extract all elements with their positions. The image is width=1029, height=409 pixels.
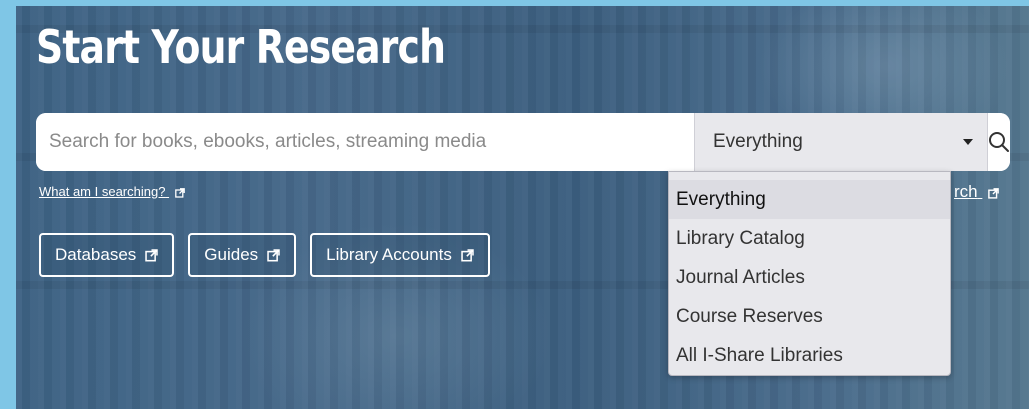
external-link-icon <box>175 188 185 198</box>
library-accounts-label: Library Accounts <box>326 245 452 264</box>
caret-down-icon <box>963 139 973 145</box>
dropdown-option-journal-articles[interactable]: Journal Articles <box>669 258 950 297</box>
search-button[interactable] <box>987 113 1010 171</box>
guides-label: Guides <box>204 245 259 264</box>
what-am-i-searching-link[interactable]: What am I searching? <box>39 184 185 199</box>
guides-button[interactable]: Guides <box>188 233 297 277</box>
search-scope-value: Everything <box>713 131 803 152</box>
library-accounts-button[interactable]: Library Accounts <box>310 233 490 277</box>
what-am-i-searching-label: What am I searching? <box>39 184 166 199</box>
search-bar: Everything <box>36 113 1010 171</box>
page-title: Start Your Research <box>36 20 446 74</box>
databases-button[interactable]: Databases <box>39 233 175 277</box>
dropdown-option-everything[interactable]: Everything <box>669 180 950 219</box>
search-input[interactable] <box>36 113 694 171</box>
external-link-icon <box>461 248 474 261</box>
advanced-search-label: rch <box>954 182 978 201</box>
external-link-icon <box>145 248 159 261</box>
dropdown-option-course-reserves[interactable]: Course Reserves <box>669 297 950 336</box>
dropdown-option-all-i-share-libraries[interactable]: All I-Share Libraries <box>669 336 950 375</box>
quick-links: Databases Guides Library Accounts <box>39 233 490 277</box>
external-link-icon <box>267 248 280 261</box>
search-scope-select[interactable]: Everything <box>694 113 987 171</box>
dropdown-option-library-catalog[interactable]: Library Catalog <box>669 219 950 258</box>
search-icon <box>989 132 1009 152</box>
advanced-search-link[interactable]: rch <box>954 182 1000 202</box>
research-hero: Start Your Research Everything What am I… <box>16 6 1029 409</box>
external-link-icon <box>988 188 1000 199</box>
search-scope-dropdown: Everything Library Catalog Journal Artic… <box>668 171 951 376</box>
databases-label: Databases <box>55 245 137 264</box>
